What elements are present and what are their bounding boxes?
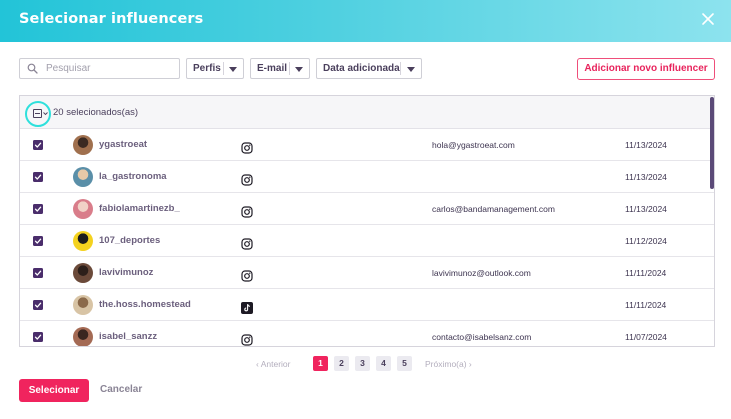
date-added-dropdown-label: Data adicionada <box>323 63 400 74</box>
date-cell: 11/13/2024 <box>625 172 667 182</box>
avatar <box>73 327 93 346</box>
row-checkbox[interactable] <box>33 204 43 214</box>
row-checkbox[interactable] <box>33 140 43 150</box>
cancel-button[interactable]: Cancelar <box>100 384 142 395</box>
add-influencer-button[interactable]: Adicionar novo influencer <box>577 58 715 80</box>
chevron-down-icon <box>43 112 48 116</box>
username[interactable]: la_gastronoma <box>99 171 167 182</box>
page-button[interactable]: 3 <box>355 356 370 371</box>
search-input[interactable] <box>46 61 176 76</box>
date-cell: 11/13/2024 <box>625 204 667 214</box>
pagination-previous[interactable]: ‹ Anterior <box>256 356 291 372</box>
page-button[interactable]: 5 <box>397 356 412 371</box>
indeterminate-checkbox-icon <box>33 109 42 118</box>
caret-down-icon <box>407 67 415 72</box>
instagram-icon <box>241 203 253 218</box>
avatar <box>73 295 93 315</box>
tiktok-icon <box>241 299 253 314</box>
row-checkbox[interactable] <box>33 300 43 310</box>
page-button[interactable]: 4 <box>376 356 391 371</box>
dropdown-divider <box>289 62 290 75</box>
email-cell: carlos@bandamanagement.com <box>432 204 555 214</box>
username[interactable]: ygastroeat <box>99 139 147 150</box>
row-checkbox[interactable] <box>33 172 43 182</box>
email-dropdown-label: E-mail <box>257 63 288 74</box>
table-row[interactable]: 107_deportes 11/12/2024 <box>20 225 714 257</box>
table-row[interactable]: lavivimunoz lavivimunoz@outlook.com 11/11/… <box>20 257 714 289</box>
username[interactable]: 107_deportes <box>99 235 160 246</box>
modal-title: Selecionar influencers <box>19 11 204 27</box>
page-button[interactable]: 1 <box>313 356 328 371</box>
instagram-icon <box>241 171 253 186</box>
instagram-icon <box>241 139 253 154</box>
pagination-next[interactable]: Próximo(a) › <box>425 356 472 372</box>
date-cell: 11/13/2024 <box>625 140 667 150</box>
date-cell: 11/11/2024 <box>625 300 667 310</box>
username[interactable]: lavivimunoz <box>99 267 153 278</box>
selected-count: 20 selecionados(as) <box>53 107 139 118</box>
close-icon[interactable] <box>701 12 715 26</box>
search-icon <box>27 63 38 74</box>
instagram-icon <box>241 331 253 346</box>
username[interactable]: isabel_sanzz <box>99 331 157 342</box>
table-header: 20 selecionados(as) <box>20 96 714 129</box>
email-cell: hola@ygastroeat.com <box>432 140 515 150</box>
influencer-table: 20 selecionados(as) ygastroeat hola@ygast… <box>19 95 715 347</box>
avatar <box>73 199 93 219</box>
date-cell: 11/12/2024 <box>625 236 667 246</box>
date-added-dropdown[interactable]: Data adicionada <box>316 58 422 79</box>
modal-header: Selecionar influencers <box>0 0 731 42</box>
profiles-dropdown[interactable]: Perfis <box>186 58 244 79</box>
select-all-toggle[interactable] <box>25 101 51 127</box>
scrollbar[interactable] <box>710 97 714 189</box>
row-checkbox[interactable] <box>33 236 43 246</box>
dropdown-divider <box>400 62 401 75</box>
table-row[interactable]: ygastroeat hola@ygastroeat.com 11/13/2024 <box>20 129 714 161</box>
profiles-dropdown-label: Perfis <box>193 63 221 74</box>
date-cell: 11/11/2024 <box>625 268 667 278</box>
dropdown-divider <box>223 62 224 75</box>
avatar <box>73 135 93 155</box>
avatar <box>73 167 93 187</box>
table-row[interactable]: the.hoss.homestead 11/11/2024 <box>20 289 714 321</box>
username[interactable]: the.hoss.homestead <box>99 299 191 310</box>
username[interactable]: fabiolamartinezb_ <box>99 203 180 214</box>
row-checkbox[interactable] <box>33 332 43 342</box>
instagram-icon <box>241 267 253 282</box>
avatar <box>73 263 93 283</box>
date-cell: 11/07/2024 <box>625 332 667 342</box>
row-checkbox[interactable] <box>33 268 43 278</box>
table-row[interactable]: la_gastronoma 11/13/2024 <box>20 161 714 193</box>
table-row[interactable]: fabiolamartinezb_ carlos@bandamanagement.… <box>20 193 714 225</box>
select-button[interactable]: Selecionar <box>19 379 89 402</box>
avatar <box>73 231 93 251</box>
search-box[interactable] <box>19 58 180 79</box>
caret-down-icon <box>229 67 237 72</box>
table-row[interactable]: isabel_sanzz contacto@isabelsanz.com 11/07… <box>20 321 714 346</box>
page-button[interactable]: 2 <box>334 356 349 371</box>
caret-down-icon <box>295 67 303 72</box>
email-cell: lavivimunoz@outlook.com <box>432 268 531 278</box>
email-cell: contacto@isabelsanz.com <box>432 332 532 342</box>
email-dropdown[interactable]: E-mail <box>250 58 310 79</box>
instagram-icon <box>241 235 253 250</box>
